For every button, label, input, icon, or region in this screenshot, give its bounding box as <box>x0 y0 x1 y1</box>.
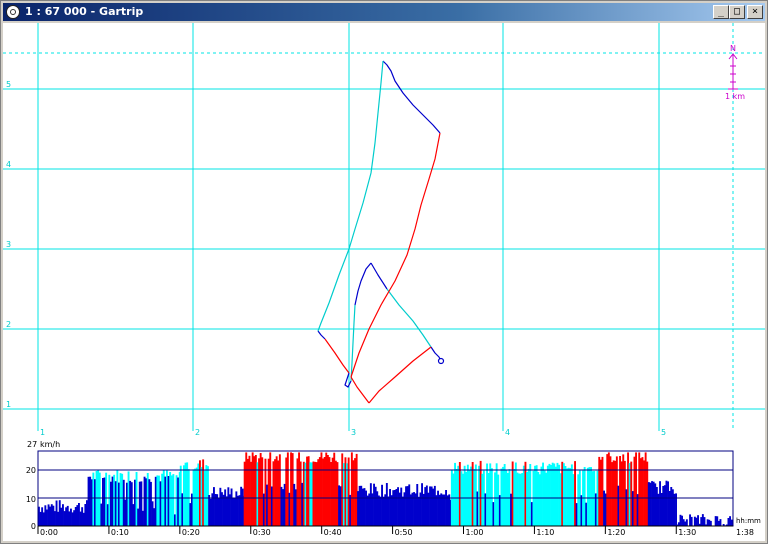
track-segment <box>354 262 372 306</box>
app-window: 1 : 67 000 - Gartrip _ □ × 1 2 3 4 5 5 4… <box>0 0 768 544</box>
title-bar[interactable]: 1 : 67 000 - Gartrip _ □ × <box>3 3 765 21</box>
y-axis-label: 5 <box>6 80 11 89</box>
speed-bar <box>709 520 712 526</box>
speed-bar <box>685 519 688 526</box>
time-tick-label: 1:10 <box>536 528 554 537</box>
time-tick-label: 0:20 <box>182 528 200 537</box>
north-arrow-icon <box>728 53 738 90</box>
track-segment <box>386 288 432 348</box>
window-title: 1 : 67 000 - Gartrip <box>25 5 144 18</box>
speed-bars <box>38 452 735 526</box>
y-axis-label: 3 <box>6 240 11 249</box>
client-area: 1 2 3 4 5 5 4 3 2 1 N 1 km 27 km/h 20 10… <box>3 23 765 541</box>
x-axis-label: 1 <box>40 428 45 437</box>
time-tick-label: 0:50 <box>395 528 413 537</box>
speed-bar <box>730 519 733 526</box>
track-segment <box>370 262 388 290</box>
track-segment <box>317 330 326 340</box>
time-tick-label: 0:00 <box>40 528 58 537</box>
maximize-button[interactable]: □ <box>729 5 745 19</box>
speed-chart[interactable]: 27 km/h 20 10 0 0:00 0:10 0:20 0:30 0:40 0:50… <box>26 440 761 537</box>
track-segment <box>382 60 441 134</box>
close-button[interactable]: × <box>747 5 763 19</box>
speed-bar <box>690 516 693 526</box>
globe-icon[interactable] <box>6 5 20 19</box>
track-map[interactable]: 1 2 3 4 5 5 4 3 2 1 N 1 km 27 km/h 20 10… <box>3 23 765 541</box>
y-axis-label: 1 <box>6 400 11 409</box>
y-axis-label: 2 <box>6 320 11 329</box>
time-tick-label: 0:40 <box>324 528 342 537</box>
track-segment <box>368 346 432 404</box>
speed-y-tick: 10 <box>26 495 36 504</box>
time-tick-label: 0:30 <box>253 528 271 537</box>
map-border <box>3 23 765 431</box>
x-axis-label: 4 <box>505 428 510 437</box>
gps-track[interactable] <box>317 60 445 404</box>
time-tick-label: 1:20 <box>607 528 625 537</box>
x-axis-label: 5 <box>661 428 666 437</box>
x-axis-label: 2 <box>195 428 200 437</box>
track-segment <box>324 338 350 374</box>
time-tick-label: 0:10 <box>111 528 129 537</box>
track-segment <box>317 60 384 332</box>
map-grid <box>3 23 765 431</box>
speed-max-label: 27 <box>27 440 37 449</box>
speed-unit-label: km/h <box>40 440 60 449</box>
time-tick-label: 1:30 <box>678 528 696 537</box>
track-segment <box>344 372 352 388</box>
y-axis-label: 4 <box>6 160 11 169</box>
scale-label: 1 km <box>725 92 745 101</box>
time-tick-label: 1:00 <box>466 528 484 537</box>
speed-y-tick: 0 <box>31 522 36 531</box>
north-label: N <box>730 44 736 53</box>
track-segment <box>350 376 370 404</box>
time-unit-label: hh:mm <box>736 517 761 525</box>
minimize-button[interactable]: _ <box>713 5 729 19</box>
speed-y-tick: 20 <box>26 466 36 475</box>
speed-bar <box>719 519 722 526</box>
x-axis-label: 3 <box>351 428 356 437</box>
track-end-marker <box>437 357 445 365</box>
time-end-label: 1:38 <box>736 528 754 537</box>
